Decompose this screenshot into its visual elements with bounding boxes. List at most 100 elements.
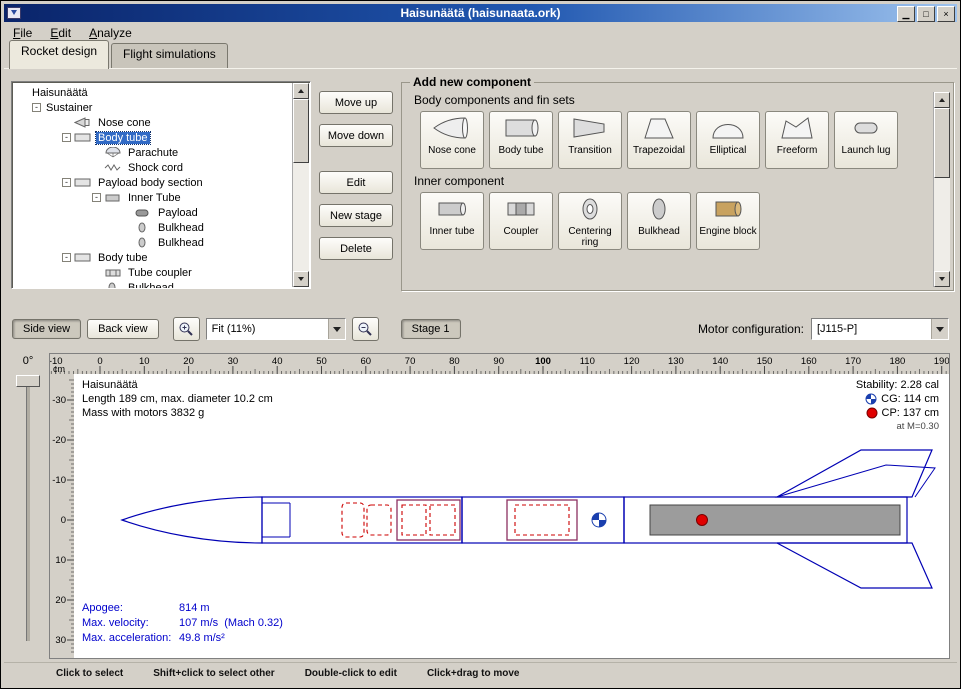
- svg-text:0: 0: [97, 356, 102, 367]
- collapse-icon[interactable]: -: [62, 178, 71, 187]
- trapezoidal-icon: [639, 115, 679, 144]
- scroll-down-icon[interactable]: [293, 271, 309, 287]
- scroll-thumb[interactable]: [934, 108, 950, 178]
- bodytube-icon: [74, 177, 92, 188]
- component-transition-button[interactable]: Transition: [558, 111, 622, 169]
- app-icon[interactable]: [7, 7, 21, 19]
- component-coupler-button[interactable]: Coupler: [489, 192, 553, 250]
- elliptical-icon: [708, 115, 748, 144]
- tree-item-body-tube[interactable]: -Body tube: [14, 250, 310, 265]
- menu-analyze[interactable]: Analyze: [80, 24, 141, 42]
- component-freeform-button[interactable]: Freeform: [765, 111, 829, 169]
- zoom-out-icon: [357, 321, 373, 337]
- scroll-down-icon[interactable]: [934, 271, 950, 287]
- rotation-slider[interactable]: [26, 379, 30, 641]
- tree-item-bulkhead[interactable]: Bulkhead: [14, 280, 310, 289]
- tree-item-bulkhead[interactable]: Bulkhead: [14, 220, 310, 235]
- tree-item-tube-coupler[interactable]: Tube coupler: [14, 265, 310, 280]
- palette-scrollbar[interactable]: [933, 92, 950, 287]
- svg-text:70: 70: [405, 356, 416, 367]
- tree-item-payload-body-section[interactable]: -Payload body section: [14, 175, 310, 190]
- collapse-icon[interactable]: -: [62, 253, 71, 262]
- component-nose-cone-button[interactable]: Nose cone: [420, 111, 484, 169]
- stability-info: Stability: 2.28 cal CG: 114 cm CP: 137 c…: [856, 378, 939, 434]
- palette-row: Nose coneBody tubeTransitionTrapezoidalE…: [420, 111, 945, 169]
- svg-text:0: 0: [61, 515, 66, 526]
- new-stage-button[interactable]: New stage: [319, 204, 393, 227]
- tree-item-sustainer[interactable]: -Sustainer: [14, 100, 310, 115]
- tree-item-nose-cone[interactable]: Nose cone: [14, 115, 310, 130]
- zoom-out-button[interactable]: [352, 317, 379, 341]
- stage-1-toggle[interactable]: Stage 1: [401, 319, 461, 339]
- centeringring-icon: [570, 196, 610, 225]
- move-up-button[interactable]: Move up: [319, 91, 393, 114]
- flight-stats: Apogee:814 mMax. velocity:107 m/s (Mach …: [82, 601, 283, 646]
- tree-item-label: Bulkhead: [156, 222, 206, 234]
- stability-text: Stability: 2.28 cal: [856, 378, 939, 392]
- component-bulkhead-button[interactable]: Bulkhead: [627, 192, 691, 250]
- collapse-icon[interactable]: -: [32, 103, 41, 112]
- menu-file[interactable]: File: [4, 24, 41, 42]
- close-button[interactable]: ×: [937, 6, 955, 22]
- lower-fin-shape[interactable]: [777, 543, 932, 588]
- tab-bar: Rocket design Flight simulations: [4, 43, 957, 69]
- tree-item-payload[interactable]: Payload: [14, 205, 310, 220]
- payload-shape[interactable]: [515, 505, 569, 535]
- tree-item-label: Nose cone: [96, 117, 153, 129]
- cp-text: CP: 137 cm: [882, 406, 939, 420]
- tab-flight-simulations[interactable]: Flight simulations: [111, 43, 228, 69]
- parachute-shape[interactable]: [342, 503, 364, 537]
- tree-item-parachute[interactable]: Parachute: [14, 145, 310, 160]
- rocket-dimensions: Length 189 cm, max. diameter 10.2 cm: [82, 392, 273, 406]
- back-view-button[interactable]: Back view: [87, 319, 159, 339]
- collapse-icon[interactable]: -: [62, 133, 71, 142]
- component-launch-lug-button[interactable]: Launch lug: [834, 111, 898, 169]
- parachute-icon: [104, 147, 122, 158]
- edit-button[interactable]: Edit: [319, 171, 393, 194]
- tree-item-body-tube[interactable]: -Body tube: [14, 130, 310, 145]
- component-trapezoidal-button[interactable]: Trapezoidal: [627, 111, 691, 169]
- launchlug-icon: [846, 115, 886, 144]
- scroll-up-icon[interactable]: [293, 83, 309, 99]
- rocket-canvas[interactable]: Haisunäätä Length 189 cm, max. diameter …: [74, 374, 949, 658]
- scroll-thumb[interactable]: [293, 99, 309, 163]
- chevron-down-icon[interactable]: [931, 319, 948, 339]
- zoom-in-button[interactable]: [173, 317, 200, 341]
- nose-cone-shape[interactable]: [122, 497, 262, 543]
- shock-cord-shape[interactable]: [367, 505, 391, 535]
- motor-shape[interactable]: [650, 505, 900, 535]
- rocket-info: Haisunäätä Length 189 cm, max. diameter …: [82, 378, 273, 420]
- component-centering-ring-button[interactable]: Centering ring: [558, 192, 622, 250]
- delete-button[interactable]: Delete: [319, 237, 393, 260]
- tree-scrollbar[interactable]: [292, 83, 309, 287]
- collapse-icon[interactable]: -: [92, 193, 101, 202]
- component-label: Engine block: [699, 227, 756, 238]
- move-down-button[interactable]: Move down: [319, 124, 393, 147]
- component-elliptical-button[interactable]: Elliptical: [696, 111, 760, 169]
- svg-text:30: 30: [55, 635, 66, 646]
- tab-rocket-design[interactable]: Rocket design: [9, 40, 109, 69]
- component-engine-block-button[interactable]: Engine block: [696, 192, 760, 250]
- zoom-select[interactable]: Fit (11%): [206, 318, 346, 340]
- scroll-up-icon[interactable]: [934, 92, 950, 108]
- svg-text:190: 190: [934, 356, 949, 367]
- tree-item-inner-tube[interactable]: -Inner Tube: [14, 190, 310, 205]
- chevron-down-icon[interactable]: [328, 319, 345, 339]
- tree-item-label: Parachute: [126, 147, 180, 159]
- rotation-slider-thumb[interactable]: [16, 375, 40, 387]
- tree-item-bulkhead[interactable]: Bulkhead: [14, 235, 310, 250]
- component-inner-tube-button[interactable]: Inner tube: [420, 192, 484, 250]
- titlebar[interactable]: Haisunäätä (haisunaata.ork) ▁ □ ×: [4, 4, 957, 22]
- minimize-button[interactable]: ▁: [897, 6, 915, 22]
- maximize-button[interactable]: □: [917, 6, 935, 22]
- tree-item-shock-cord[interactable]: Shock cord: [14, 160, 310, 175]
- tree-item-haisun-t[interactable]: Haisunäätä: [14, 85, 310, 100]
- motor-configuration-select[interactable]: [J115-P]: [811, 318, 949, 340]
- svg-text:140: 140: [712, 356, 728, 367]
- menu-edit[interactable]: Edit: [41, 24, 80, 42]
- inner-tube-shape[interactable]: [507, 500, 577, 540]
- side-view-button[interactable]: Side view: [12, 319, 81, 339]
- component-body-tube-button[interactable]: Body tube: [489, 111, 553, 169]
- component-label: Freeform: [777, 146, 818, 157]
- coupler-icon: [104, 267, 122, 278]
